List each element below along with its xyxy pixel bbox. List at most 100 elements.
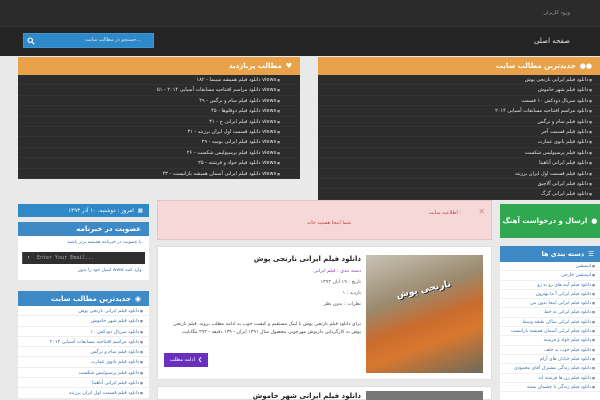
- category-link[interactable]: دانلود فیلم ایرانی ساکن طبقه وسط: [500, 318, 600, 328]
- category-link[interactable]: دانلود فیلم زندگی با چشمان بسته: [500, 383, 600, 393]
- post-title[interactable]: دانلود فیلم ایرانی شهر خاموش: [253, 392, 361, 400]
- calendar-icon: ▦: [137, 207, 143, 214]
- newsletter-title: عضویت در خبرنامه: [18, 222, 149, 236]
- post-title[interactable]: دانلود فیلم ایرانی نارنجی پوش: [254, 255, 361, 263]
- date-text: امروز : دوشنبه، ۱۰ آذر ۱۳۹۳: [68, 207, 134, 214]
- categories-panel: دسته بندی ها ☰ انیمیشنانیمیشن خارجیدانلو…: [500, 246, 600, 400]
- sidebar-post-link[interactable]: دانلود مراسم افتتاحیه مسابقات آسیایی ۲۰۱…: [18, 337, 149, 348]
- newsletter-form: › Enter Your Email...: [22, 252, 145, 264]
- categories-header: دسته بندی ها ☰: [500, 246, 600, 262]
- login-link[interactable]: ورود کاربران: [543, 10, 570, 16]
- newsletter-note: ایمیل خود را بدون www وارد کنید.: [77, 268, 143, 273]
- category-link[interactable]: دانلود فیلم خیابان های آرام: [500, 355, 600, 365]
- popular-post-link[interactable]: دانلود فیلم پرسپولیس شکست - ۲۶ views: [18, 148, 300, 159]
- read-more-label: ادامه مطلب: [169, 357, 196, 363]
- post-category[interactable]: دسته بندی : فیلم ایرانی: [314, 269, 361, 274]
- popular-post-link[interactable]: دانلود فیلم ایرانی آسمان همیشه بارانیست …: [18, 169, 300, 179]
- post-card: نارنجی پوش دانلود فیلم ایرانی نارنجی پوش…: [157, 246, 492, 380]
- popular-post-link[interactable]: دانلود قسمت اول ایران برزنته - ۳۱ views: [18, 127, 300, 138]
- sidebar-newest-title: جدیدترین مطالب سایت: [50, 294, 131, 303]
- poster-title: نارنجی پوش: [395, 279, 452, 301]
- popular-post-link[interactable]: دانلود فیلم دوقلوها - ۴۵ views: [18, 106, 300, 117]
- subscribe-button[interactable]: ›: [22, 252, 34, 264]
- newest-post-link[interactable]: دانلود فیلم قسمت آخر: [318, 127, 600, 138]
- sidebar-post-link[interactable]: دانلود فیلم پرسپولیس شکست: [18, 368, 149, 379]
- close-icon[interactable]: ✕: [478, 207, 485, 216]
- category-link[interactable]: انیمیشن خارجی: [500, 271, 600, 281]
- users-icon: ●●: [579, 62, 592, 70]
- category-link[interactable]: انیمیشن: [500, 262, 600, 272]
- popular-posts-list: دانلود فیلم همیشه سینما - ۱۸۲ viewsدانلو…: [18, 75, 300, 179]
- category-link[interactable]: دانلود فیلم زندگی مشترک آقای محمودی: [500, 364, 600, 374]
- user-icon: ●: [591, 217, 598, 225]
- category-link[interactable]: دانلود فیلم زن ها فرشته اند: [500, 374, 600, 383]
- list-icon: ☰: [588, 250, 594, 258]
- popular-post-link[interactable]: دانلود مراسم افتتاحیه مسابقات آسیایی ۲۰۱…: [18, 85, 300, 96]
- search-input[interactable]: جستجو در مطالب سایت...: [85, 37, 141, 43]
- post-poster-image[interactable]: نارنجی پوش: [366, 255, 483, 373]
- post-views: بازدید : ۱: [342, 291, 361, 296]
- rss-icon: ◉: [134, 294, 141, 303]
- read-more-button[interactable]: ادامه مطلب ❮: [164, 353, 208, 367]
- sidebar-post-link[interactable]: دانلود فیلم ایرانی نارنجی پوش: [18, 306, 149, 317]
- newest-post-link[interactable]: دانلود فیلم ایرانی گرگ: [318, 189, 600, 200]
- newsletter-box: عضویت در خبرنامه با عضویت در خبرنامه همی…: [18, 222, 149, 280]
- newest-posts-panel: جدیدترین مطالب سایت ●● دانلود فیلم ایران…: [318, 57, 600, 200]
- popular-post-link[interactable]: دانلود فیلم ایرانی بوسه - ۲۹ views: [18, 137, 300, 148]
- nav-home[interactable]: صفحه اصلی: [534, 37, 570, 45]
- post-card: دانلود فیلم ایرانی شهر خاموش: [157, 386, 492, 400]
- newest-post-link[interactable]: دانلود فیلم بانوی عمارت: [318, 137, 600, 148]
- newest-posts-list: دانلود فیلم ایرانی نارنجی پوشدانلود فیلم…: [318, 75, 600, 200]
- sidebar-newest-list: دانلود فیلم ایرانی نارنجی پوشدانلود فیلم…: [18, 306, 149, 399]
- newest-posts-title: جدیدترین مطالب سایت: [495, 62, 576, 70]
- popular-post-link[interactable]: دانلود فیلم همیشه سینما - ۱۸۲ views: [18, 75, 300, 86]
- newest-post-link[interactable]: دانلود مراسم افتتاحیه مسابقات آسیایی ۲۰۱…: [318, 106, 600, 117]
- sidebar-post-link[interactable]: دانلود سریال دودکش ۱۰: [18, 327, 149, 337]
- newest-post-link[interactable]: دانلود فیلم ایرانی آلاچیق: [318, 179, 600, 190]
- category-link[interactable]: دانلود فیلم خوب بد جلف: [500, 346, 600, 355]
- category-link[interactable]: دانلود فیلم ایرانی آ ما بهترون: [500, 290, 600, 300]
- heart-icon: ♥: [285, 62, 292, 70]
- date-bar: امروز : دوشنبه، ۱۰ آذر ۱۳۹۳ ▦: [18, 204, 149, 217]
- newest-post-link[interactable]: دانلود فیلم ایرانی نارنجی پوش: [318, 75, 600, 86]
- sidebar-post-link[interactable]: دانلود فیلم سام و نرگس: [18, 347, 149, 358]
- post-poster-image[interactable]: [366, 391, 483, 400]
- newest-post-link[interactable]: دانلود فیلم قسمت اول ایران برزنته: [318, 169, 600, 179]
- category-link[interactable]: دانلود فیلم ایرانی ته خط: [500, 308, 600, 318]
- breadcrumb: شما اینجا هستید خانه: [307, 220, 351, 226]
- newest-post-link[interactable]: دانلود فیلم ایرانی آناهیتا: [318, 158, 600, 169]
- category-link[interactable]: دانلود فیلم ایرانی اینجا بدون من: [500, 299, 600, 309]
- post-date: تاریخ : ۱۹ آبان ۱۳۹۳: [320, 280, 361, 285]
- newest-post-link[interactable]: دانلود فیلم پرسپولیس شکست: [318, 148, 600, 159]
- popular-posts-panel: مطالب پربازدید ♥ دانلود فیلم همیشه سینما…: [18, 57, 300, 195]
- arrow-left-icon: ❮: [198, 357, 203, 363]
- newest-post-link[interactable]: دانلود فیلم سام و نرگس: [318, 117, 600, 127]
- song-request-button[interactable]: ارسال و درخواست آهنگ ●: [500, 204, 600, 238]
- popular-post-link[interactable]: دانلود فیلم سام و نرگس - ۴۹ views: [18, 96, 300, 107]
- newest-posts-header: جدیدترین مطالب سایت ●●: [318, 57, 600, 75]
- sidebar-post-link[interactable]: دانلود فیلم قسمت اول ایران برزنته: [18, 388, 149, 399]
- email-field[interactable]: Enter Your Email...: [34, 252, 145, 264]
- newest-post-link[interactable]: دانلود سریال دودکش ۱۰ قسمت: [318, 96, 600, 107]
- popular-post-link[interactable]: دانلود فیلم جواد و فرشته - ۲۵ views: [18, 158, 300, 169]
- categories-list: انیمیشنانیمیشن خارجیدانلود فیلم آینه های…: [500, 262, 600, 393]
- newsletter-description: با عضویت در خبرنامه همیشه برتر باشید.: [67, 240, 143, 245]
- post-comments[interactable]: نظرات : بدون نظر: [323, 302, 361, 307]
- search-box[interactable]: جستجو در مطالب سایت...: [23, 33, 154, 48]
- site-notice: ✕ اطلاعیه سایت : شما اینجا هستید خانه: [157, 200, 492, 240]
- category-link[interactable]: دانلود فیلم ایرانی آسمان همیشه بارانیست: [500, 327, 600, 337]
- category-link[interactable]: دانلود فیلم آینه های رو به رو: [500, 281, 600, 290]
- popular-posts-header: مطالب پربازدید ♥: [18, 57, 300, 75]
- sidebar-post-link[interactable]: دانلود فیلم بانوی عمارت: [18, 357, 149, 368]
- request-label: ارسال و درخواست آهنگ: [502, 217, 588, 225]
- post-excerpt: برای دانلود فیلم نارنجی پوش با لینک مستق…: [173, 322, 361, 335]
- sidebar-post-link[interactable]: دانلود فیلم ایرانی آناهیتا: [18, 378, 149, 389]
- sidebar-newest-panel: جدیدترین مطالب سایت ◉ دانلود فیلم ایرانی…: [18, 291, 149, 400]
- popular-posts-title: مطالب پربازدید: [228, 62, 282, 70]
- categories-title: دسته بندی ها: [541, 250, 585, 258]
- popular-post-link[interactable]: دانلود فیلم ایرانی خ - ۳۱ views: [18, 117, 300, 127]
- newest-post-link[interactable]: دانلود فیلم شهر خاموش: [318, 85, 600, 96]
- search-icon[interactable]: [27, 37, 35, 45]
- sidebar-post-link[interactable]: دانلود فیلم شهر خاموش: [18, 316, 149, 327]
- category-link[interactable]: دانلود فیلم جواد و فرشته: [500, 336, 600, 346]
